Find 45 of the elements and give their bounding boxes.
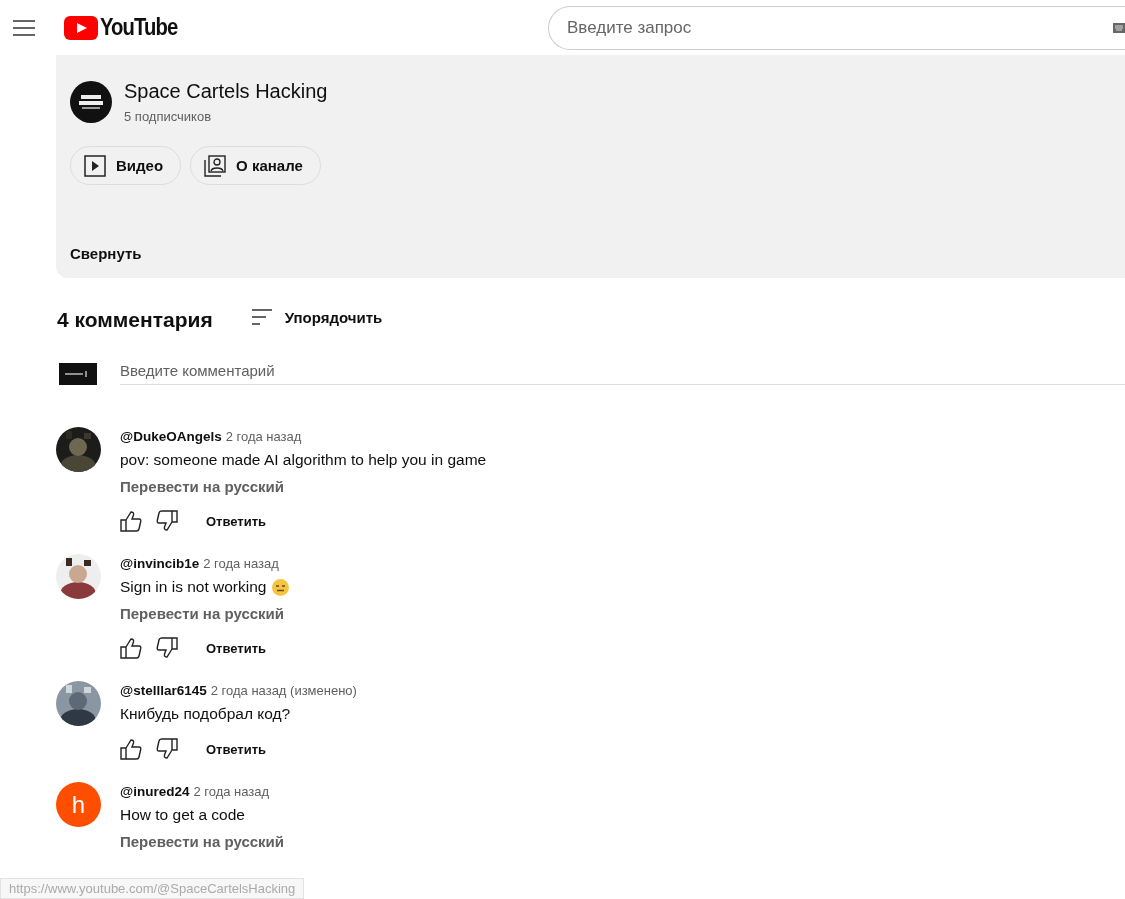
expressionless-face-icon — [272, 578, 290, 596]
channel-tab[interactable]: О канале — [190, 146, 321, 185]
status-url: https://www.youtube.com/@SpaceCartelsHacking — [0, 878, 305, 899]
translate-link[interactable]: Перевести на русский — [120, 833, 284, 850]
comment-time[interactable]: 2 года назад — [193, 784, 270, 799]
logo-text[interactable]: YouTube — [100, 14, 178, 41]
channel-tab[interactable]: Видео — [70, 146, 182, 185]
subscriber-count: 5 подписчиков — [124, 109, 213, 124]
comment-author[interactable]: @invincib1e — [120, 556, 200, 571]
comment-text: How to get a code — [120, 806, 245, 824]
comment-author[interactable]: @inured24 — [120, 784, 190, 799]
keyboard-icon[interactable] — [1113, 22, 1125, 33]
reply-button[interactable]: Ответить — [192, 640, 267, 656]
comment-author[interactable]: @stelllar6145 — [120, 683, 207, 698]
comment-text: Sign in is not working — [120, 578, 267, 596]
thumbs-down-icon[interactable] — [156, 510, 178, 532]
play-icon — [84, 154, 106, 177]
comment-time[interactable]: 2 года назад (изменено) — [210, 683, 357, 698]
thumbs-down-icon[interactable] — [156, 738, 178, 760]
user-avatar-icon — [59, 362, 97, 385]
letter-avatar: h — [56, 782, 101, 827]
comment-time[interactable]: 2 года назад — [203, 556, 279, 571]
comment-text: pov: someone made AI algorithm to help you in game — [120, 451, 487, 469]
channel-logo-icon — [70, 81, 112, 123]
menu-icon[interactable] — [13, 19, 35, 36]
translate-link[interactable]: Перевести на русский — [120, 605, 290, 622]
channel-name: Space Cartels Hacking — [124, 80, 328, 103]
sort-icon — [250, 308, 273, 326]
reply-button[interactable]: Ответить — [192, 513, 267, 529]
play-logo-icon — [64, 15, 98, 40]
comment-count: 4 комментария — [57, 308, 213, 332]
thumbs-up-icon[interactable] — [120, 510, 142, 532]
search-field[interactable]: Введите запрос — [547, 5, 1125, 50]
reply-button[interactable]: Ответить — [192, 741, 267, 757]
translate-link[interactable]: Перевести на русский — [120, 478, 487, 495]
comment-author[interactable]: @DukeOAngels — [120, 429, 222, 444]
thumbs-down-icon[interactable] — [156, 637, 178, 659]
thumbs-up-icon[interactable] — [120, 637, 142, 659]
sort-button[interactable]: Упорядочить — [250, 308, 383, 326]
comment-time[interactable]: 2 года назад — [225, 429, 302, 444]
comment-text: Книбудь подобрал код? — [120, 705, 291, 723]
thumbs-up-icon[interactable] — [120, 738, 142, 760]
comment-field[interactable]: Введите комментарий — [120, 362, 1125, 385]
profile-icon — [204, 154, 227, 177]
collapse-button[interactable]: Свернуть — [70, 245, 142, 262]
